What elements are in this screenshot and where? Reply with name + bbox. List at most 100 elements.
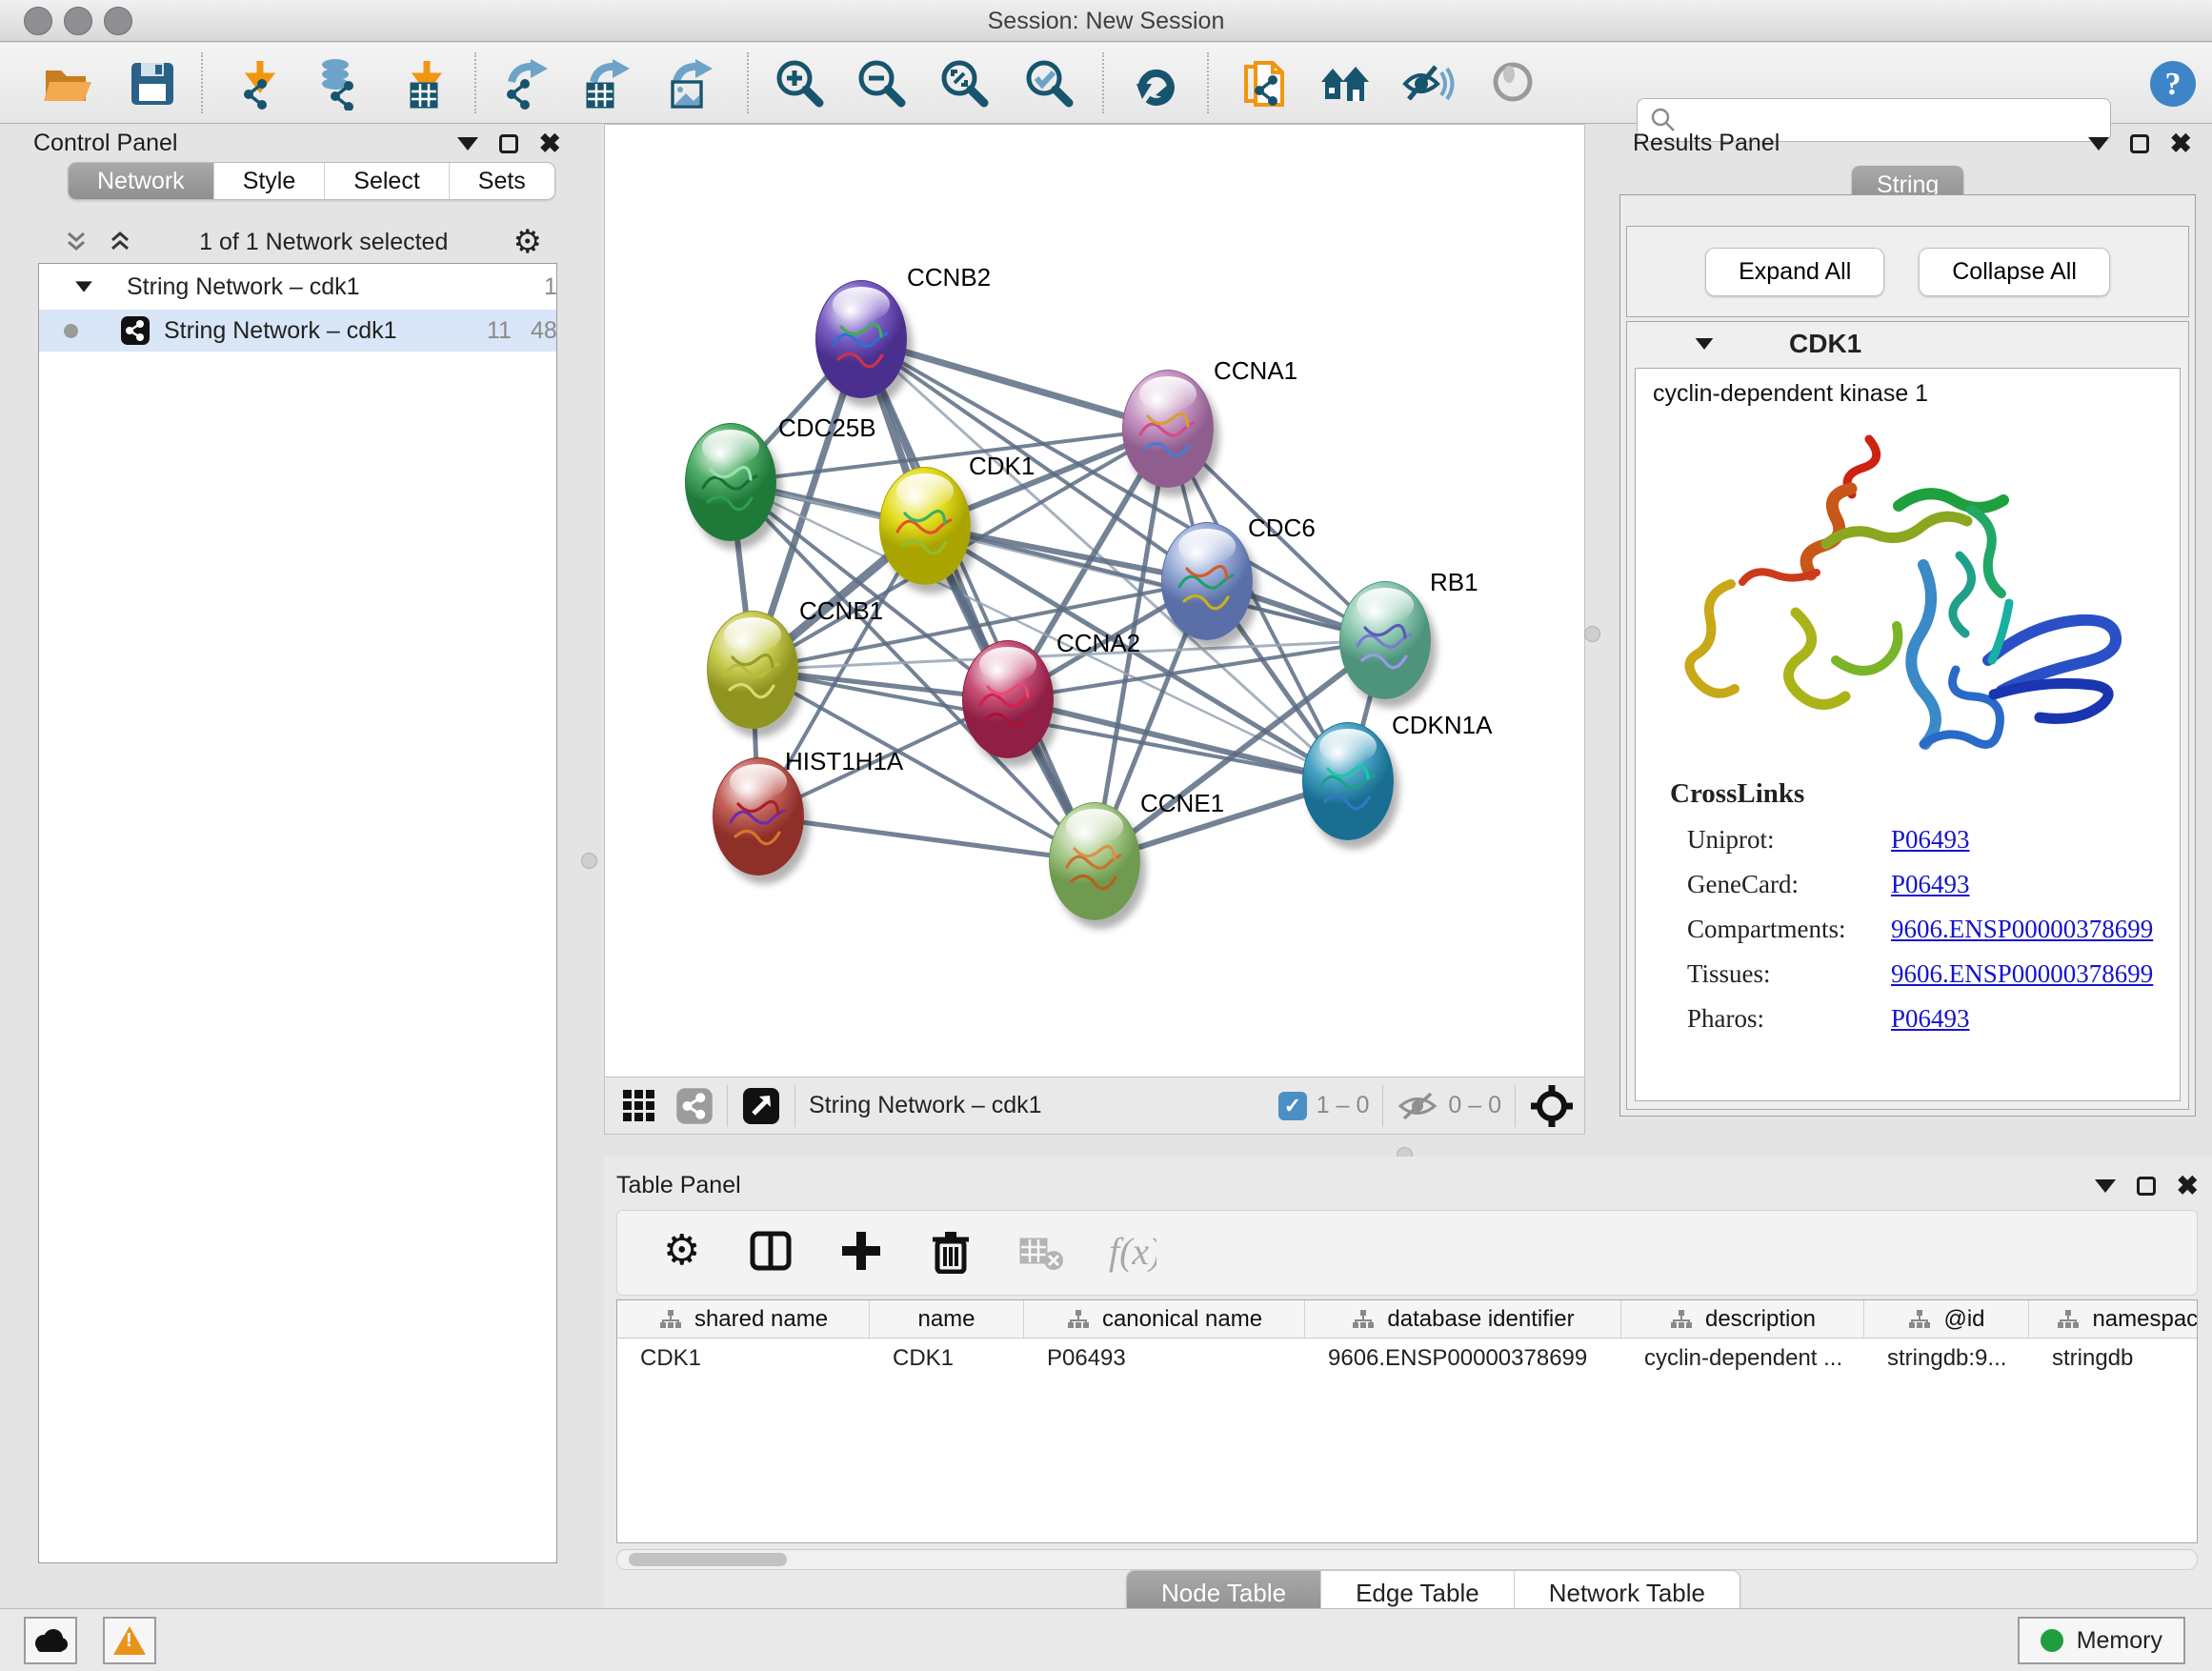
grid-view-icon[interactable]	[620, 1087, 658, 1125]
export-network-icon[interactable]	[497, 56, 553, 111]
network-row[interactable]: String Network – cdk1 11 48	[39, 310, 556, 352]
share-document-icon[interactable]	[1237, 56, 1293, 111]
collapse-all-icon[interactable]	[62, 228, 90, 256]
node-table[interactable]: shared namenamecanonical namedatabase id…	[616, 1299, 2198, 1543]
expand-all-button[interactable]: Expand All	[1705, 248, 1884, 296]
memory-label: Memory	[2077, 1627, 2162, 1655]
hide-show-icon[interactable]	[1400, 56, 1456, 111]
cell-shared-name[interactable]: CDK1	[617, 1339, 870, 1379]
scrollbar-thumb[interactable]	[629, 1553, 787, 1566]
float-panel-icon[interactable]	[2137, 1177, 2156, 1196]
column-header-database-identifier[interactable]: database identifier	[1305, 1300, 1621, 1338]
delete-column-icon[interactable]	[924, 1228, 977, 1278]
edge-CCNB2-CCNE1[interactable]	[861, 339, 1095, 861]
close-panel-icon[interactable]: ✖	[2170, 134, 2192, 153]
node-CCNB1[interactable]	[707, 611, 798, 729]
crosslink-link[interactable]: 9606.ENSP00000378699	[1891, 915, 2153, 944]
panel-menu-icon[interactable]	[457, 137, 478, 151]
import-database-icon[interactable]	[310, 56, 365, 111]
export-table-icon[interactable]	[579, 56, 634, 111]
left-splitter-handle[interactable]	[581, 853, 597, 869]
warning-button[interactable]	[103, 1617, 156, 1664]
float-panel-icon[interactable]	[499, 134, 518, 153]
panel-menu-icon[interactable]	[2088, 137, 2109, 151]
crosslink-label: Compartments:	[1687, 915, 1891, 944]
crosshair-icon[interactable]	[1529, 1083, 1575, 1129]
zoom-fit-icon[interactable]	[937, 56, 993, 111]
node-CCNA1[interactable]	[1122, 370, 1214, 488]
title-bar: Session: New Session	[0, 0, 2212, 42]
cell-canonical-name[interactable]: P06493	[1024, 1339, 1305, 1379]
cell--id[interactable]: stringdb:9...	[1864, 1339, 2029, 1379]
birdseye-icon[interactable]	[741, 1086, 781, 1126]
right-splitter-handle[interactable]	[1584, 626, 1600, 642]
column-header-canonical-name[interactable]: canonical name	[1024, 1300, 1305, 1338]
close-panel-icon[interactable]: ✖	[539, 134, 561, 153]
close-panel-icon[interactable]: ✖	[2177, 1177, 2199, 1196]
cell-name[interactable]: CDK1	[870, 1339, 1024, 1379]
float-panel-icon[interactable]	[2130, 134, 2149, 153]
import-network-icon[interactable]	[231, 56, 286, 111]
tab-style[interactable]: Style	[213, 163, 325, 199]
preview-icon[interactable]	[1487, 56, 1542, 111]
gene-section-header[interactable]: CDK1	[1627, 322, 2188, 366]
table-hscrollbar[interactable]	[616, 1549, 2198, 1570]
crosslink-link[interactable]: P06493	[1891, 825, 1970, 855]
edge-HIST1H1A-CCNE1[interactable]	[758, 816, 1095, 861]
column-header-description[interactable]: description	[1621, 1300, 1864, 1338]
tab-network[interactable]: Network	[69, 163, 213, 199]
table-row[interactable]: CDK1CDK1P064939606.ENSP00000378699cyclin…	[617, 1339, 2198, 1379]
zoom-in-icon[interactable]	[773, 56, 828, 111]
column-header-namespace[interactable]: namespace	[2029, 1300, 2198, 1338]
tab-sets[interactable]: Sets	[449, 163, 554, 199]
crosslink-link[interactable]: P06493	[1891, 870, 1970, 899]
column-header-shared-name[interactable]: shared name	[617, 1300, 870, 1338]
zoom-out-icon[interactable]	[855, 56, 910, 111]
save-session-icon[interactable]	[123, 56, 178, 111]
tab-select[interactable]: Select	[324, 163, 448, 199]
node-CCNE1[interactable]	[1049, 802, 1140, 920]
collapse-all-button[interactable]: Collapse All	[1919, 248, 2110, 296]
zoom-selected-icon[interactable]	[1022, 56, 1077, 111]
expand-all-icon[interactable]	[106, 228, 134, 256]
crosslink-label: Tissues:	[1687, 959, 1891, 989]
gear-icon[interactable]: ⚙	[513, 223, 542, 261]
cell-database-identifier[interactable]: 9606.ENSP00000378699	[1305, 1339, 1621, 1379]
selected-checkbox-icon[interactable]: ✓	[1278, 1092, 1307, 1120]
refresh-layout-icon[interactable]	[1128, 56, 1183, 111]
network-home-icon[interactable]	[1317, 56, 1372, 111]
toolbar-separator	[1102, 52, 1104, 113]
column-header-name[interactable]: name	[870, 1300, 1024, 1338]
columns-icon[interactable]	[745, 1228, 798, 1278]
node-CDC25B[interactable]	[685, 423, 776, 541]
cell-namespace[interactable]: stringdb	[2029, 1339, 2198, 1379]
share-view-icon[interactable]	[675, 1087, 714, 1125]
crosslink-link[interactable]: P06493	[1891, 1004, 1970, 1034]
memory-button[interactable]: Memory	[2018, 1617, 2185, 1664]
network-canvas[interactable]: CCNB2 CCNA1 CDC25B CDK1 CDC6 RB1	[605, 125, 1584, 1077]
status-bar: Memory	[0, 1608, 2212, 1671]
import-table-icon[interactable]	[397, 56, 452, 111]
memory-status-dot	[2041, 1629, 2063, 1652]
table-panel-title: Table Panel	[616, 1172, 741, 1199]
tree-expand-icon[interactable]	[75, 281, 92, 292]
column-header--id[interactable]: @id	[1864, 1300, 2029, 1338]
add-column-icon[interactable]	[835, 1228, 888, 1278]
node-CCNA2[interactable]	[962, 640, 1054, 758]
node-RB1[interactable]	[1339, 581, 1431, 699]
collection-row[interactable]: String Network – cdk1 1	[39, 266, 556, 308]
collapse-section-icon[interactable]	[1696, 338, 1714, 350]
cell-description[interactable]: cyclin-dependent ...	[1621, 1339, 1864, 1379]
help-icon[interactable]: ?	[2145, 56, 2201, 111]
cloud-button[interactable]	[24, 1617, 77, 1664]
node-CDC6[interactable]	[1161, 522, 1253, 640]
node-CCNB2[interactable]	[815, 280, 907, 398]
cloud-icon	[31, 1627, 70, 1654]
crosslink-link[interactable]: 9606.ENSP00000378699	[1891, 959, 2153, 989]
export-image-icon[interactable]	[662, 56, 717, 111]
node-CDKN1A[interactable]	[1302, 722, 1394, 840]
panel-menu-icon[interactable]	[2095, 1179, 2116, 1193]
node-CDK1[interactable]	[879, 467, 971, 585]
gear-icon[interactable]: ⚙	[655, 1228, 709, 1278]
open-session-icon[interactable]	[39, 56, 94, 111]
